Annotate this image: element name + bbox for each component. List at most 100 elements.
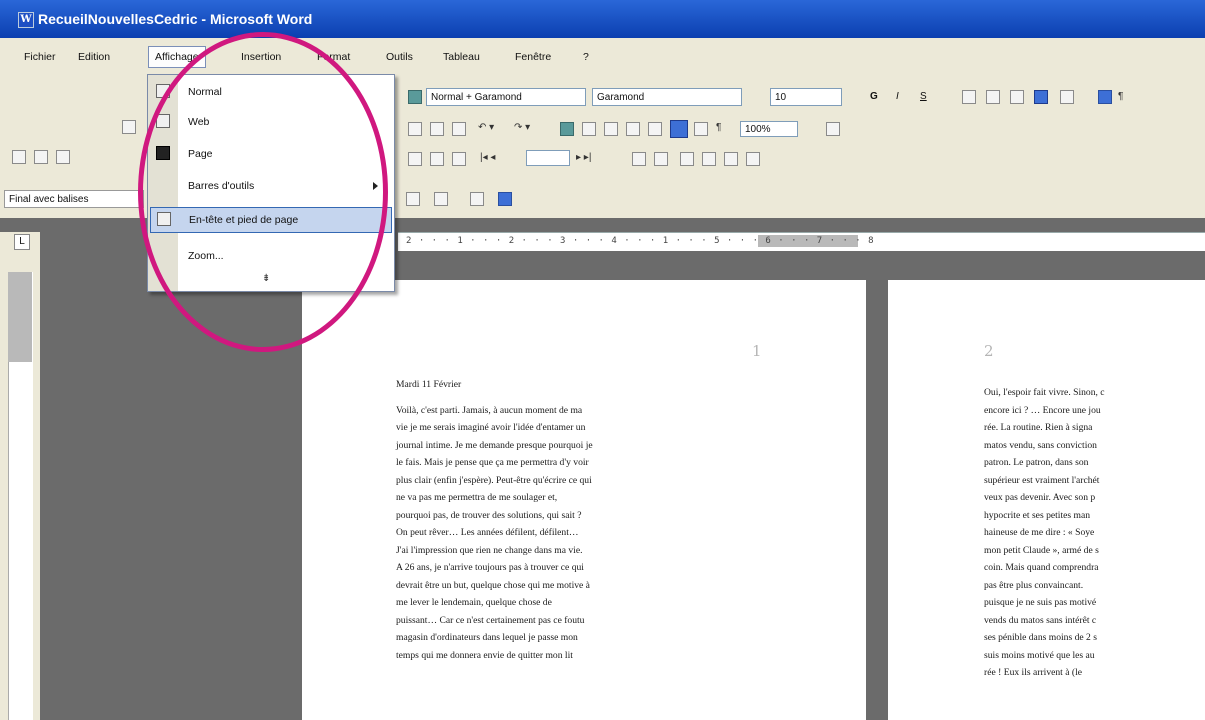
vertical-ruler[interactable]: L bbox=[0, 232, 40, 720]
text-line: puissant… Car ce n'est certainement pas … bbox=[396, 614, 585, 626]
menu-item-zoom[interactable]: Zoom... bbox=[148, 243, 394, 269]
justify-icon[interactable] bbox=[1034, 90, 1048, 104]
underline-button[interactable]: S bbox=[920, 91, 927, 102]
font-size-combo[interactable]: 10 bbox=[770, 88, 842, 106]
print-preview-icon[interactable] bbox=[12, 150, 26, 164]
format-painter-icon[interactable] bbox=[452, 122, 466, 136]
insert-table-icon[interactable] bbox=[604, 122, 618, 136]
tab-selector[interactable]: L bbox=[14, 234, 30, 250]
text-line: vie je me serais imaginé avoir l'idée d'… bbox=[396, 422, 586, 433]
redo-icon[interactable]: ↷ ▾ bbox=[514, 122, 530, 133]
view-menu-dropdown: Normal Web Page Barres d'outils En-tête … bbox=[147, 74, 395, 292]
menu-item-toolbars[interactable]: Barres d'outils bbox=[148, 173, 394, 199]
text-line: encore ici ? … Encore une jou bbox=[984, 404, 1101, 416]
menu-affichage[interactable]: Affichage bbox=[148, 46, 206, 68]
rtl-icon[interactable]: ¶ bbox=[1118, 91, 1123, 102]
header-table-icon[interactable] bbox=[452, 152, 466, 166]
line-spacing-icon[interactable] bbox=[1060, 90, 1074, 104]
style-combo[interactable]: Normal + Garamond bbox=[426, 88, 586, 106]
text-line: rée ! Eux ils arrivent à (le bbox=[984, 667, 1083, 678]
drawing-icon[interactable] bbox=[670, 120, 688, 138]
menu-tableau[interactable]: Tableau bbox=[443, 51, 480, 63]
page-view-icon bbox=[156, 146, 170, 160]
menu-insertion[interactable]: Insertion bbox=[241, 51, 281, 63]
mail-merge-1-icon[interactable] bbox=[680, 152, 694, 166]
document-page-2[interactable]: 2 Oui, l'espoir fait vivre. Sinon, c enc… bbox=[888, 280, 1205, 720]
horizontal-ruler[interactable]: 2 · · · 1 · · · 2 · · · 3 · · · 4 · · · … bbox=[398, 232, 1205, 251]
text-line: patron. Le patron, dans son bbox=[984, 457, 1089, 468]
menu-item-label: Page bbox=[188, 148, 213, 160]
text-line: me lever le lendemain, quelque chose de bbox=[396, 597, 552, 608]
track-changes-icon[interactable] bbox=[470, 192, 484, 206]
folder-icon[interactable] bbox=[434, 192, 448, 206]
normal-view-icon bbox=[156, 84, 170, 98]
document-page-1[interactable]: 1 Mardi 11 Février Voilà, c'est parti. J… bbox=[302, 280, 866, 720]
text-line: pas être plus convaincant. bbox=[984, 579, 1084, 591]
form-field-icon[interactable] bbox=[56, 150, 70, 164]
text-line: vends du matos sans intérêt c bbox=[984, 614, 1097, 626]
menu-bar: Fichier Edition Affichage Insertion Form… bbox=[0, 38, 1205, 71]
page-2-body[interactable]: Oui, l'espoir fait vivre. Sinon, c encor… bbox=[984, 384, 1205, 682]
styles-pane-icon[interactable] bbox=[408, 90, 422, 104]
hyperlink-icon[interactable] bbox=[560, 122, 574, 136]
zoom-combo[interactable]: 100% bbox=[740, 121, 798, 137]
text-line: J'ai l'impression que rien ne change dan… bbox=[396, 544, 583, 556]
menu-outils[interactable]: Outils bbox=[386, 51, 413, 63]
menu-item-web[interactable]: Web bbox=[148, 109, 394, 135]
align-center-icon[interactable] bbox=[986, 90, 1000, 104]
first-record-icon[interactable]: |◂ ◂ bbox=[480, 152, 495, 163]
undo-icon[interactable]: ↶ ▾ bbox=[478, 122, 494, 133]
menu-item-normal[interactable]: Normal bbox=[148, 79, 394, 105]
text-line: hypocrite et ses petites man bbox=[984, 509, 1091, 521]
page-1-body[interactable]: Mardi 11 Février Voilà, c'est parti. Jam… bbox=[396, 376, 774, 664]
paste-icon[interactable] bbox=[430, 122, 444, 136]
show-markup-icon[interactable] bbox=[406, 192, 420, 206]
header-footer-icon bbox=[157, 212, 171, 226]
italic-button[interactable]: I bbox=[896, 91, 899, 102]
expand-menu-icon[interactable]: ⇟ bbox=[262, 273, 270, 284]
review-display-combo[interactable]: Final avec balises bbox=[4, 190, 144, 208]
insert-excel-icon[interactable] bbox=[626, 122, 640, 136]
tables-borders-icon[interactable] bbox=[582, 122, 596, 136]
word-doc-icon: W bbox=[18, 12, 34, 28]
font-combo[interactable]: Garamond bbox=[592, 88, 742, 106]
ltr-icon[interactable] bbox=[1098, 90, 1112, 104]
text-line: haineuse de me dire : « Soye bbox=[984, 527, 1095, 538]
next-record-icon[interactable]: ▸ ▸| bbox=[576, 152, 591, 163]
header-nav-icon[interactable] bbox=[408, 152, 422, 166]
document-map-icon[interactable] bbox=[694, 122, 708, 136]
columns-icon[interactable] bbox=[648, 122, 662, 136]
merge-icon[interactable] bbox=[632, 152, 646, 166]
new-document-icon[interactable] bbox=[122, 120, 136, 134]
text-line: Oui, l'espoir fait vivre. Sinon, c bbox=[984, 387, 1105, 398]
mail-merge-2-icon[interactable] bbox=[702, 152, 716, 166]
menu-item-header-footer[interactable]: En-tête et pied de page bbox=[150, 207, 392, 233]
bold-button[interactable]: G bbox=[870, 91, 878, 102]
mail-merge-3-icon[interactable] bbox=[724, 152, 738, 166]
record-field[interactable] bbox=[526, 150, 570, 166]
normal-layout-icon[interactable] bbox=[34, 150, 48, 164]
text-line: On peut rêver… Les années défilent, défi… bbox=[396, 527, 579, 538]
text-line: journal intime. Je me demande presque po… bbox=[396, 439, 593, 451]
menu-help[interactable]: ? bbox=[583, 51, 589, 63]
reviewing-pane-icon[interactable] bbox=[498, 192, 512, 206]
align-left-icon[interactable] bbox=[962, 90, 976, 104]
merge-find-icon[interactable] bbox=[654, 152, 668, 166]
menu-item-label: Barres d'outils bbox=[188, 180, 255, 192]
menu-item-label: Normal bbox=[188, 86, 222, 98]
text-line: suis moins motivé que les au bbox=[984, 649, 1095, 661]
copy-icon[interactable] bbox=[408, 122, 422, 136]
menu-edition[interactable]: Edition bbox=[78, 51, 110, 63]
text-line: ses pénible dans moins de 2 s bbox=[984, 632, 1097, 643]
show-hide-icon[interactable]: ¶ bbox=[716, 122, 721, 133]
header-copy-icon[interactable] bbox=[430, 152, 444, 166]
menu-item-page[interactable]: Page bbox=[148, 141, 394, 167]
menu-item-label: Zoom... bbox=[188, 250, 224, 262]
align-right-icon[interactable] bbox=[1010, 90, 1024, 104]
paragraph: Voilà, c'est parti. Jamais, à aucun mome… bbox=[396, 402, 774, 665]
menu-fichier[interactable]: Fichier bbox=[24, 51, 56, 63]
help-icon[interactable] bbox=[826, 122, 840, 136]
menu-format[interactable]: Format bbox=[317, 51, 350, 63]
mail-merge-4-icon[interactable] bbox=[746, 152, 760, 166]
menu-fenetre[interactable]: Fenêtre bbox=[515, 51, 551, 63]
